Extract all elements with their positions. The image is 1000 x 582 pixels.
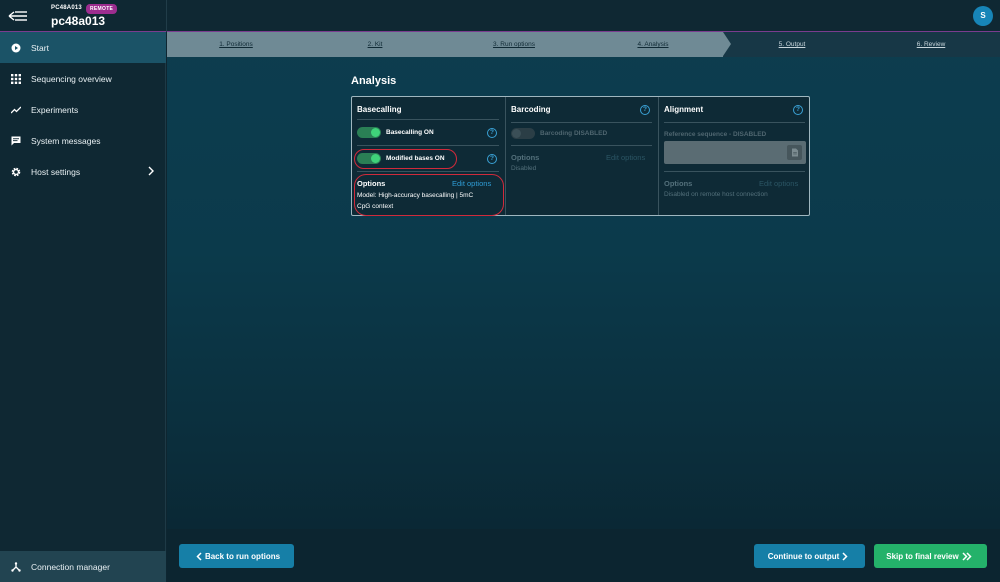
- basecalling-options-line2: CpG context: [357, 203, 394, 210]
- alignment-panel: Alignment ? Reference sequence - DISABLE…: [658, 97, 810, 215]
- step-kit[interactable]: 2. Kit: [329, 32, 421, 57]
- connection-manager-label: Connection manager: [31, 561, 110, 572]
- sidebar: Start Sequencing overview Experiments Sy…: [0, 32, 166, 582]
- barcoding-toggle[interactable]: [511, 128, 535, 139]
- stepper-current-arrow: [723, 32, 731, 56]
- basecalling-toggle-label: Basecalling ON: [386, 129, 434, 136]
- continue-to-output-button[interactable]: Continue to output: [754, 544, 865, 568]
- help-icon[interactable]: ?: [793, 105, 803, 115]
- remote-badge: REMOTE: [86, 4, 118, 14]
- step-review[interactable]: 6. Review: [885, 32, 977, 57]
- alignment-edit-options-link[interactable]: Edit options: [759, 179, 798, 188]
- help-icon[interactable]: ?: [640, 105, 650, 115]
- sidebar-item-label: Host settings: [31, 166, 81, 177]
- reference-sequence-label: Reference sequence - DISABLED: [664, 131, 767, 138]
- host-label: PC48A013: [51, 5, 82, 11]
- back-to-run-options-button[interactable]: Back to run options: [179, 544, 294, 568]
- double-chevron-right-icon: [962, 551, 972, 561]
- step-output[interactable]: 5. Output: [746, 32, 838, 57]
- divider: [357, 119, 499, 120]
- stepper: 1. Positions 2. Kit 3. Run options 4. An…: [167, 32, 1000, 57]
- basecalling-options-line1: Model: High-accuracy basecalling | 5mC: [357, 192, 474, 199]
- chevron-left-icon: [196, 551, 202, 561]
- sidebar-item-label: Start: [31, 42, 49, 53]
- back-button-label: Back to run options: [204, 551, 281, 561]
- connection-manager[interactable]: Connection manager: [0, 551, 166, 582]
- chevron-right-icon: [148, 166, 154, 178]
- analysis-card: Basecalling Basecalling ON ? Modified ba…: [351, 96, 810, 216]
- help-icon[interactable]: ?: [487, 154, 497, 164]
- barcoding-options-text: Disabled: [511, 165, 537, 172]
- sidebar-item-label: Experiments: [31, 104, 79, 115]
- sidebar-item-experiments[interactable]: Experiments: [0, 94, 166, 125]
- step-run-options[interactable]: 3. Run options: [468, 32, 560, 57]
- sidebar-item-sequencing-overview[interactable]: Sequencing overview: [0, 63, 166, 94]
- skip-button-label: Skip to final review: [886, 551, 959, 561]
- grid-icon: [10, 73, 22, 85]
- bottom-action-bar: Back to run options Continue to output S…: [167, 529, 1000, 582]
- basecalling-toggle[interactable]: [357, 127, 381, 138]
- topbar-divider: [166, 0, 167, 32]
- user-avatar[interactable]: S: [973, 6, 993, 26]
- alignment-options-text: Disabled on remote host connection: [664, 191, 768, 198]
- sidebar-item-label: Sequencing overview: [31, 73, 112, 84]
- main-content: 1. Positions 2. Kit 3. Run options 4. An…: [167, 32, 1000, 582]
- basecalling-panel: Basecalling Basecalling ON ? Modified ba…: [352, 97, 504, 215]
- modified-bases-toggle[interactable]: [357, 153, 381, 164]
- chevron-right-icon: [842, 551, 848, 561]
- sidebar-item-system-messages[interactable]: System messages: [0, 125, 166, 156]
- barcoding-options-title: Options: [511, 153, 540, 162]
- barcoding-heading: Barcoding: [511, 105, 551, 114]
- barcoding-toggle-label: Barcoding DISABLED: [540, 130, 608, 137]
- divider: [511, 145, 652, 146]
- sidebar-item-host-settings[interactable]: Host settings: [0, 156, 166, 187]
- skip-to-final-review-button[interactable]: Skip to final review: [874, 544, 987, 568]
- divider: [357, 145, 499, 146]
- alignment-options-title: Options: [664, 179, 693, 188]
- modified-bases-toggle-label: Modified bases ON: [386, 155, 445, 162]
- host-name: pc48a013: [51, 14, 106, 28]
- barcoding-edit-options-link[interactable]: Edit options: [606, 153, 645, 162]
- barcoding-panel: Barcoding ? Barcoding DISABLED Options E…: [505, 97, 657, 215]
- step-analysis[interactable]: 4. Analysis: [607, 32, 699, 57]
- menu-toggle-icon[interactable]: [6, 6, 30, 26]
- trend-icon: [10, 104, 22, 116]
- divider: [511, 122, 652, 123]
- gear-icon: [10, 166, 22, 178]
- reference-sequence-input[interactable]: [664, 141, 806, 164]
- message-icon: [10, 135, 22, 147]
- basecalling-heading: Basecalling: [357, 105, 402, 114]
- top-bar: PC48A013 REMOTE pc48a013 S: [0, 0, 1000, 32]
- file-icon[interactable]: [787, 145, 802, 160]
- divider: [664, 171, 805, 172]
- sidebar-item-start[interactable]: Start: [0, 32, 166, 63]
- play-circle-icon: [10, 42, 22, 54]
- divider: [664, 122, 805, 123]
- continue-button-label: Continue to output: [767, 551, 840, 561]
- sidebar-item-label: System messages: [31, 135, 101, 146]
- basecalling-edit-options-link[interactable]: Edit options: [452, 179, 491, 188]
- network-icon: [10, 561, 22, 573]
- step-positions[interactable]: 1. Positions: [190, 32, 282, 57]
- basecalling-options-title: Options: [357, 179, 386, 188]
- page-title: Analysis: [351, 75, 397, 87]
- divider: [357, 171, 499, 172]
- help-icon[interactable]: ?: [487, 128, 497, 138]
- alignment-heading: Alignment: [664, 105, 704, 114]
